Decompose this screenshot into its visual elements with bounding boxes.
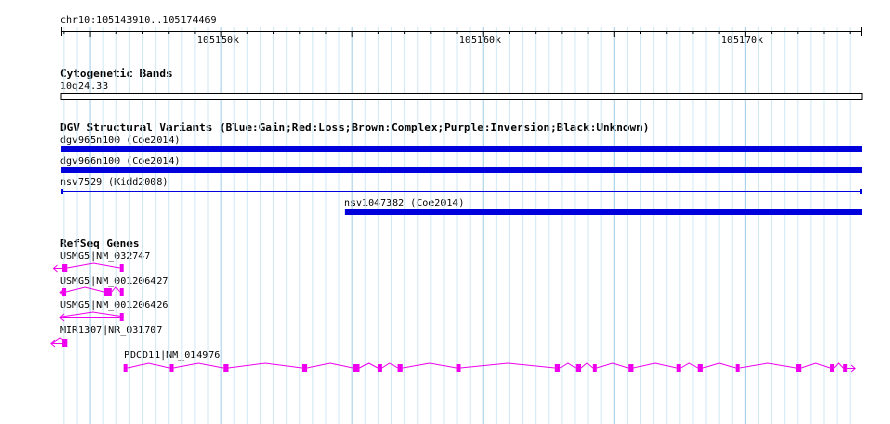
gene-exon[interactable] [554, 364, 561, 372]
gene-exon[interactable] [119, 288, 124, 296]
gene-exon[interactable] [62, 339, 68, 347]
gene-exon[interactable] [697, 364, 703, 372]
gene-intron [173, 362, 224, 369]
gene-exon[interactable] [301, 364, 308, 372]
gene-exon[interactable] [223, 364, 229, 372]
gene-intron [633, 362, 677, 369]
gene-intron [61, 311, 124, 318]
gene-exon[interactable] [119, 313, 124, 321]
gene-exon[interactable] [123, 364, 128, 372]
gene-exon[interactable] [795, 364, 802, 372]
gene-exon[interactable] [352, 364, 360, 372]
gene-exon[interactable] [169, 364, 174, 372]
gene-exon[interactable] [575, 364, 582, 372]
genome-browser-canvas[interactable] [0, 0, 890, 424]
gene-exon[interactable] [676, 364, 681, 372]
gene-intron [67, 262, 120, 269]
gene-exon[interactable] [103, 288, 112, 296]
gene-intron [127, 362, 170, 369]
gene-intron [680, 362, 698, 369]
gene-intron [307, 362, 354, 369]
dgv-feature-bar[interactable] [61, 167, 862, 173]
dgv-feature-end [860, 189, 862, 194]
gene-intron [833, 362, 844, 369]
cyto-band-bar[interactable] [60, 93, 863, 100]
gene-intron [359, 362, 379, 369]
gene-intron [65, 286, 105, 293]
gene-exon[interactable] [843, 364, 848, 372]
gene-exon[interactable] [62, 264, 68, 272]
gene-exon[interactable] [628, 364, 634, 372]
gene-exon[interactable] [119, 264, 124, 272]
gene-intron [559, 362, 577, 369]
gene-exon[interactable] [377, 364, 382, 372]
gene-intron [402, 362, 457, 369]
gene-exon[interactable] [592, 364, 597, 372]
gene-exon[interactable] [735, 364, 740, 372]
dgv-feature-end [61, 189, 63, 194]
gene-exon[interactable] [397, 364, 403, 372]
gene-intron [580, 362, 594, 369]
dgv-feature-bar[interactable] [61, 146, 862, 152]
gene-intron [381, 362, 398, 369]
gene-exon[interactable] [830, 364, 835, 372]
gene-intron [228, 362, 302, 369]
gene-intron [739, 362, 797, 369]
gene-intron [801, 362, 831, 369]
gene-intron [460, 362, 555, 369]
gene-exon[interactable] [456, 364, 461, 372]
dgv-feature-bar[interactable] [344, 209, 862, 215]
